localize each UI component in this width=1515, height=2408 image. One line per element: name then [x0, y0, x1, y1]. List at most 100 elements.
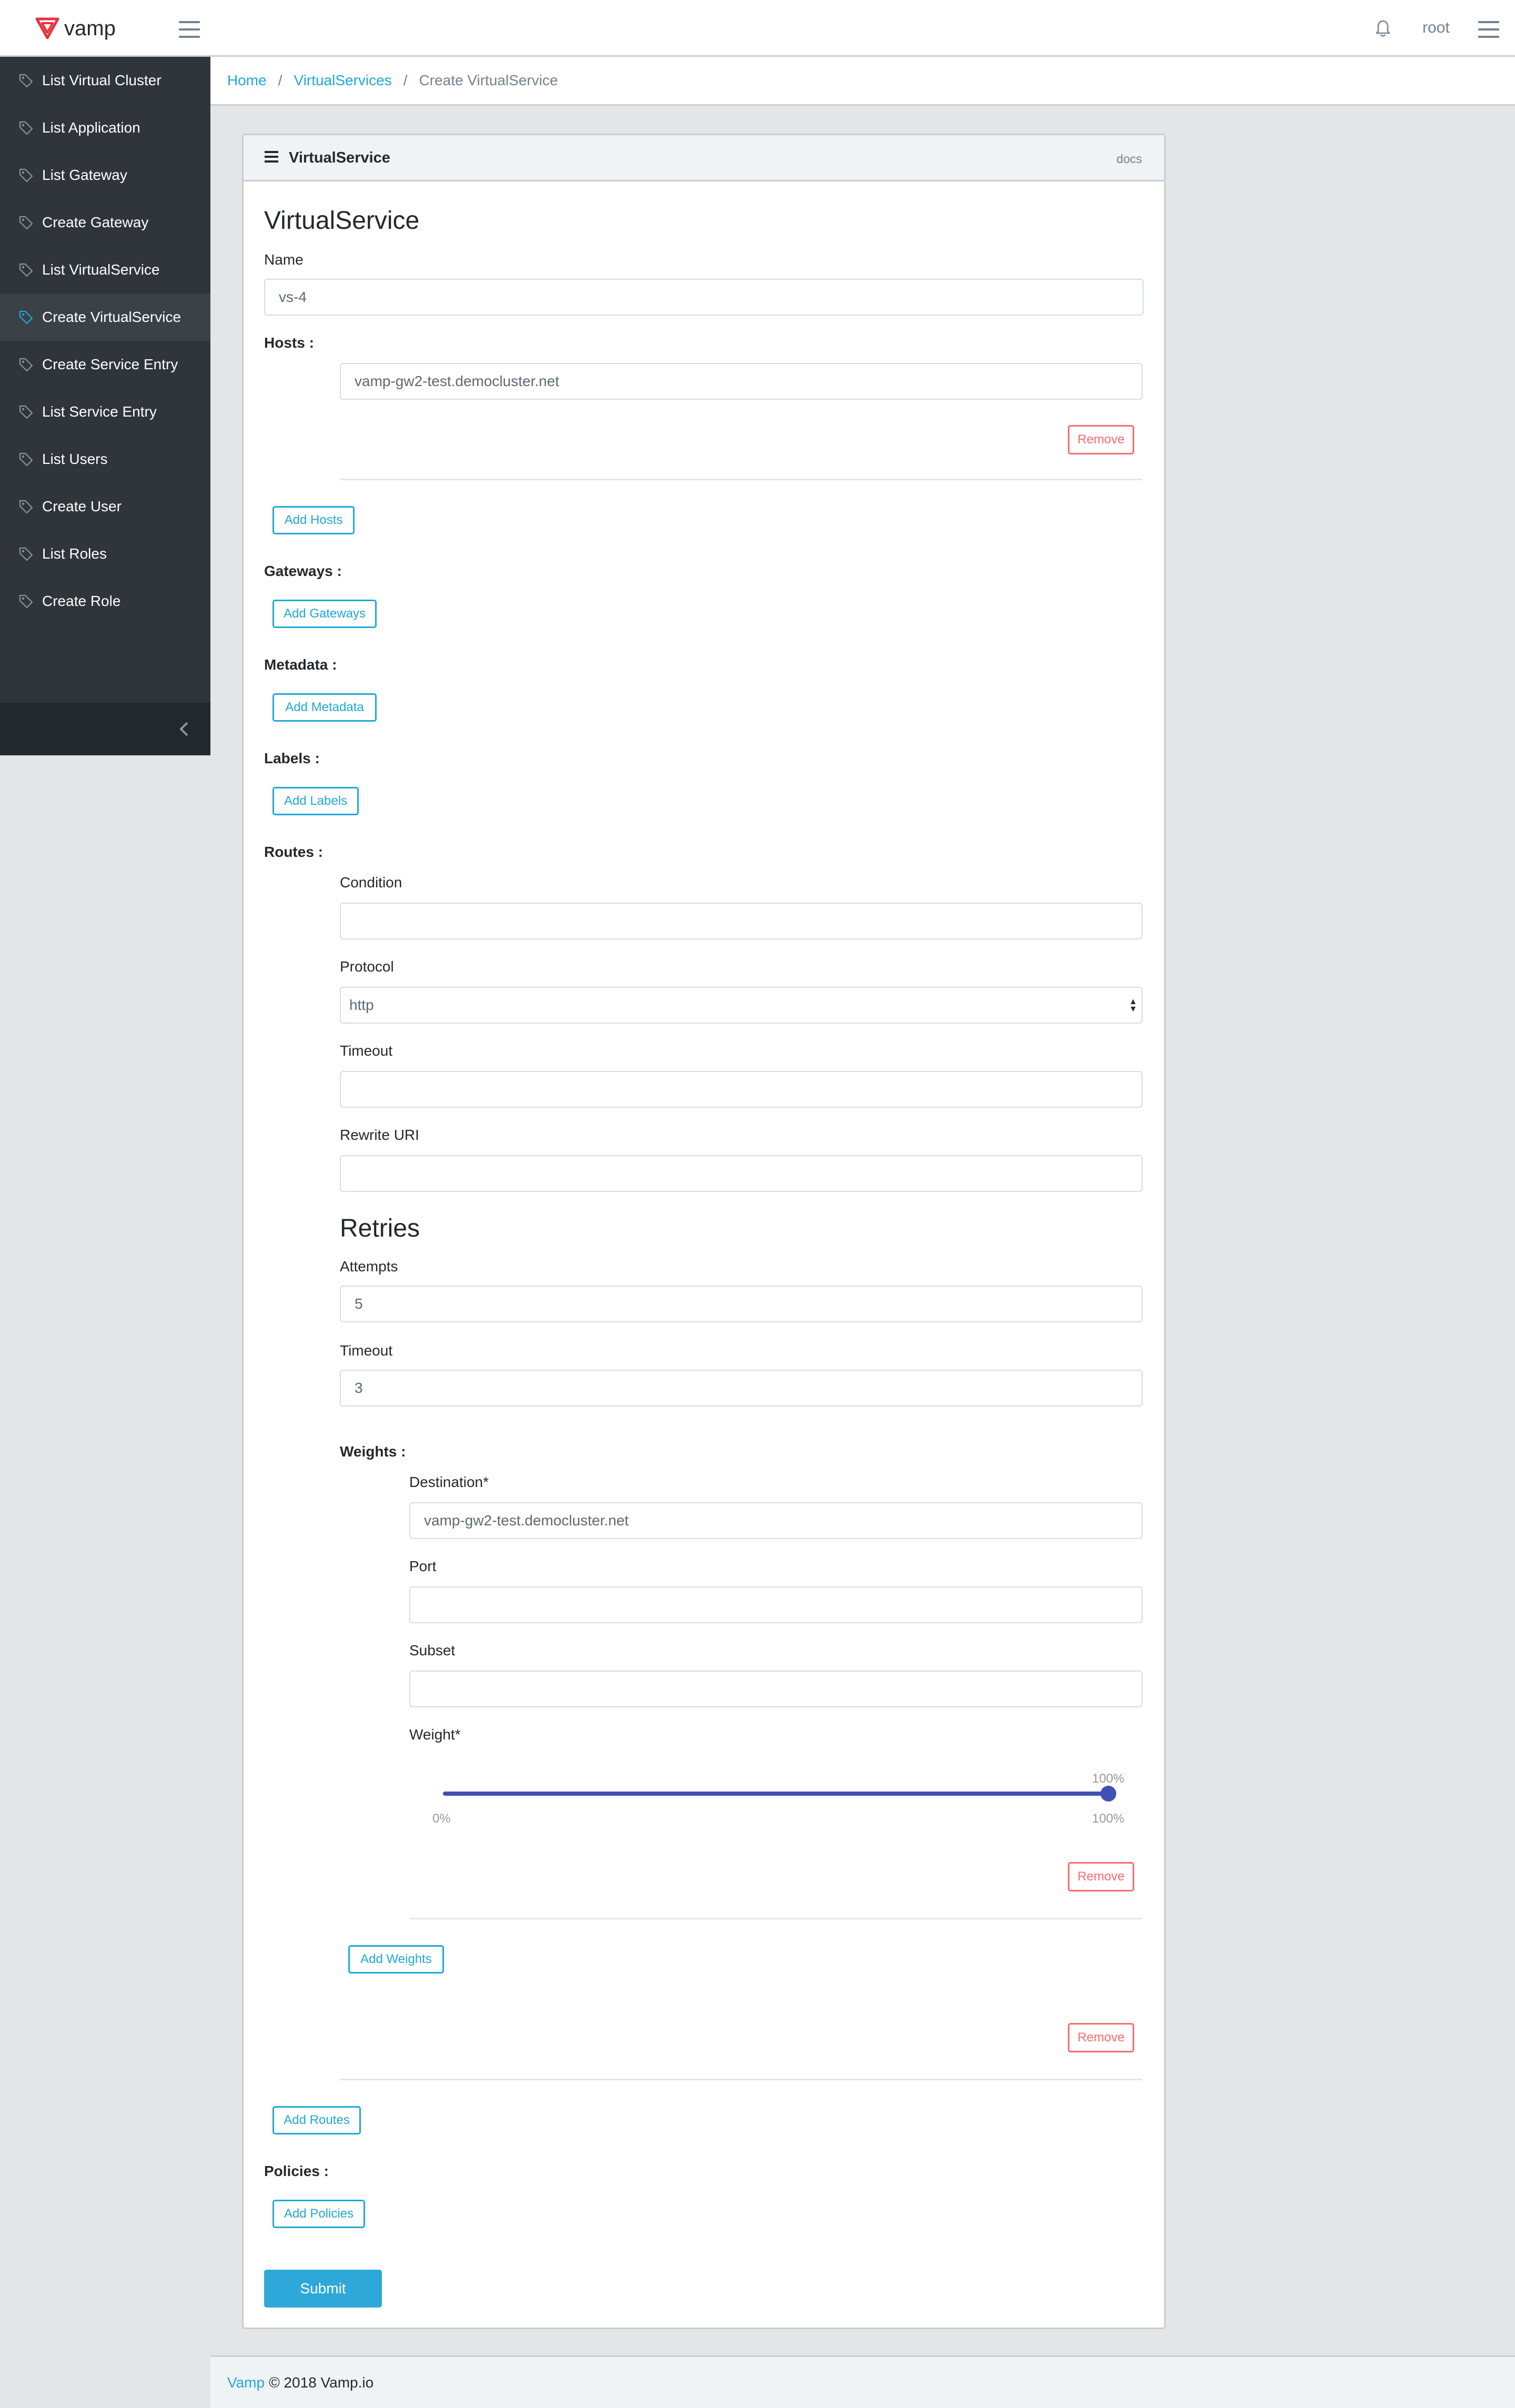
add-weights-button[interactable]: Add Weights [348, 1945, 444, 1974]
sidebar: List Virtual Cluster List Application Li… [0, 57, 210, 755]
attempts-label: Attempts [340, 1258, 398, 1274]
card-header: VirtualService docs [244, 135, 1164, 181]
sidebar-item-create-user[interactable]: Create User [0, 483, 210, 530]
name-input[interactable]: vs-4 [264, 279, 1144, 316]
add-labels-button[interactable]: Add Labels [272, 787, 359, 815]
footer-copyright: © 2018 Vamp.io [269, 2374, 374, 2391]
remove-route-button[interactable]: Remove [1068, 2023, 1134, 2052]
tag-icon [19, 216, 33, 230]
weight-label: Weight* [409, 1726, 461, 1743]
sidebar-item-list-users[interactable]: List Users [0, 436, 210, 483]
divider [409, 1918, 1143, 1919]
user-menu[interactable]: root [1422, 19, 1450, 37]
sidebar-item-label: List Application [42, 119, 140, 136]
sidebar-item-list-roles[interactable]: List Roles [0, 530, 210, 578]
divider [340, 479, 1143, 480]
protocol-selected-value: http [349, 997, 374, 1013]
tag-icon [19, 263, 33, 277]
tag-icon [19, 74, 33, 88]
sidebar-item-label: Create Gateway [42, 214, 149, 230]
policies-label: Policies : [264, 2163, 329, 2179]
routes-label: Routes : [264, 844, 323, 860]
gateways-label: Gateways : [264, 563, 342, 579]
weights-label: Weights : [340, 1443, 406, 1460]
sidebar-item-label: List Roles [42, 545, 107, 562]
subset-input[interactable] [409, 1671, 1143, 1707]
add-routes-button[interactable]: Add Routes [272, 2106, 361, 2134]
sidebar-item-list-virtual-cluster[interactable]: List Virtual Cluster [0, 57, 210, 104]
breadcrumb-separator: / [403, 72, 408, 88]
sidebar-item-label: List Service Entry [42, 403, 157, 420]
sidebar-item-label: List Gateway [42, 167, 127, 183]
breadcrumb-separator: / [278, 72, 282, 88]
tag-icon [19, 594, 33, 609]
breadcrumb-current: Create VirtualService [419, 72, 558, 88]
tag-icon [19, 121, 33, 135]
hosts-label: Hosts : [264, 335, 314, 351]
add-policies-button[interactable]: Add Policies [272, 2200, 365, 2228]
name-label: Name [264, 251, 304, 268]
port-label: Port [409, 1558, 437, 1574]
weight-slider-track[interactable] [443, 1792, 1109, 1796]
sidebar-item-list-service-entry[interactable]: List Service Entry [0, 388, 210, 436]
logo-text: vamp [64, 16, 116, 40]
sidebar-item-list-virtualservice[interactable]: List VirtualService [0, 246, 210, 294]
retry-timeout-input[interactable]: 3 [340, 1370, 1143, 1407]
add-hosts-button[interactable]: Add Hosts [272, 506, 355, 534]
card-title: VirtualService [289, 149, 390, 166]
add-metadata-button[interactable]: Add Metadata [272, 693, 377, 722]
breadcrumb-virtualservices[interactable]: VirtualServices [294, 72, 391, 89]
rewrite-uri-input[interactable] [340, 1155, 1143, 1192]
attempts-input[interactable]: 5 [340, 1286, 1143, 1322]
port-input[interactable] [409, 1586, 1143, 1623]
protocol-select[interactable]: http ▲ ▼ [340, 987, 1143, 1024]
list-icon [265, 151, 278, 163]
tag-icon [19, 500, 33, 514]
add-gateways-button[interactable]: Add Gateways [272, 600, 377, 628]
sidebar-item-create-service-entry[interactable]: Create Service Entry [0, 341, 210, 388]
brand-logo[interactable]: vamp [35, 16, 116, 41]
labels-label: Labels : [264, 750, 320, 766]
rewrite-uri-label: Rewrite URI [340, 1127, 419, 1143]
sidebar-item-list-application[interactable]: List Application [0, 104, 210, 151]
weight-slider-handle[interactable] [1100, 1786, 1116, 1802]
timeout-input[interactable] [340, 1071, 1143, 1108]
weight-max-label: 100% [1092, 1812, 1125, 1826]
destination-label: Destination* [409, 1474, 489, 1490]
sidebar-item-create-role[interactable]: Create Role [0, 578, 210, 625]
breadcrumb: Home / VirtualServices / Create VirtualS… [210, 57, 1515, 106]
remove-host-button[interactable]: Remove [1068, 425, 1134, 454]
sidebar-minimizer[interactable] [0, 703, 210, 755]
subset-label: Subset [409, 1642, 456, 1658]
condition-label: Condition [340, 874, 402, 891]
chevron-left-icon [179, 722, 188, 736]
app-footer: Vamp © 2018 Vamp.io [210, 2355, 1515, 2408]
tag-icon [19, 452, 33, 467]
retry-timeout-label: Timeout [340, 1342, 393, 1359]
sidebar-toggle-icon[interactable] [179, 21, 200, 38]
form-title: VirtualService [264, 207, 420, 235]
protocol-label: Protocol [340, 958, 394, 975]
sidebar-item-label: Create User [42, 498, 122, 514]
divider [340, 2079, 1143, 2080]
submit-button[interactable]: Submit [264, 2270, 382, 2308]
remove-weight-button[interactable]: Remove [1068, 1862, 1134, 1891]
footer-brand-link[interactable]: Vamp [227, 2374, 265, 2391]
weight-min-label: 0% [432, 1812, 451, 1826]
host-input[interactable]: vamp-gw2-test.democluster.net [340, 363, 1143, 400]
vamp-logo-icon [35, 17, 59, 39]
breadcrumb-home[interactable]: Home [227, 72, 267, 89]
sidebar-item-create-gateway[interactable]: Create Gateway [0, 199, 210, 246]
destination-input[interactable]: vamp-gw2-test.democluster.net [409, 1502, 1143, 1539]
sidebar-item-create-virtualservice[interactable]: Create VirtualService [0, 294, 210, 341]
sidebar-item-label: Create Role [42, 593, 121, 609]
sidebar-item-list-gateway[interactable]: List Gateway [0, 151, 210, 199]
docs-link[interactable]: docs [1116, 152, 1142, 166]
app-header: vamp root [0, 0, 1515, 57]
timeout-label: Timeout [340, 1043, 393, 1059]
sidebar-item-label: List Virtual Cluster [42, 72, 161, 88]
sidebar-item-label: List Users [42, 451, 108, 467]
bell-icon[interactable] [1375, 19, 1391, 38]
condition-input[interactable] [340, 903, 1143, 939]
aside-menu-toggle-icon[interactable] [1478, 21, 1499, 38]
